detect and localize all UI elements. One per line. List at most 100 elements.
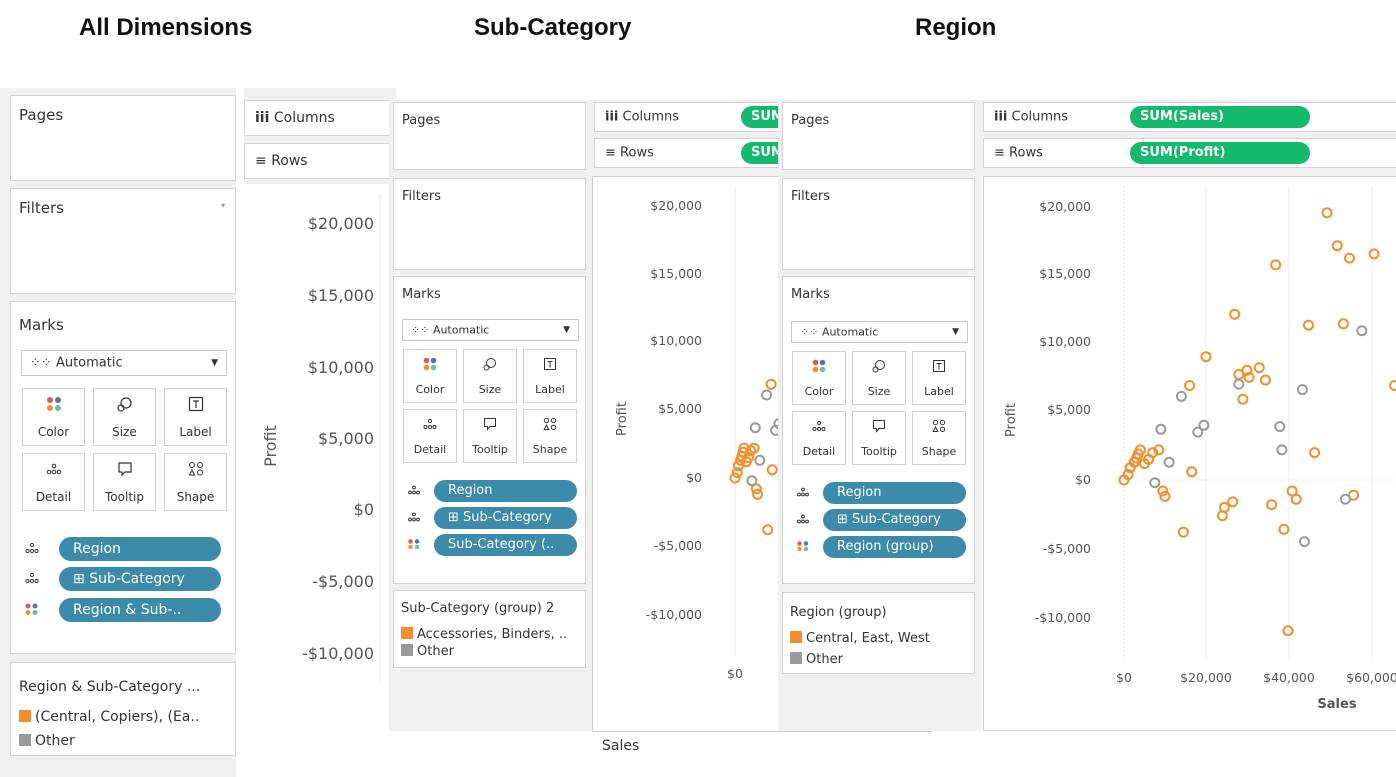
legend-item-other[interactable]: Other bbox=[401, 644, 454, 659]
size-button[interactable]: Size bbox=[463, 349, 517, 403]
scatter-point[interactable] bbox=[765, 378, 777, 390]
tooltip-button[interactable]: Tooltip bbox=[463, 409, 517, 463]
pill-sub-category[interactable]: ⊞ Sub-Category bbox=[823, 509, 966, 531]
legend-item-highlighted[interactable]: Accessories, Binders, .. bbox=[401, 627, 567, 642]
size-button[interactable]: Size bbox=[93, 388, 156, 446]
marks-field-sub-category[interactable]: ⊞ Sub-Category bbox=[25, 567, 223, 591]
size-button[interactable]: Size bbox=[852, 351, 906, 405]
label-button[interactable]: Label bbox=[164, 388, 227, 446]
scatter-point[interactable] bbox=[752, 488, 764, 500]
mark-type-dropdown[interactable]: ⁘⁘ Automatic ▼ bbox=[21, 350, 227, 376]
pill-region-sub-category[interactable]: Region & Sub-.. bbox=[59, 598, 221, 622]
color-button[interactable]: Color bbox=[22, 388, 85, 446]
scatter-point[interactable] bbox=[1344, 252, 1355, 264]
shape-button[interactable]: Shape bbox=[164, 453, 227, 511]
rows-shelf[interactable]: ≡ Rows bbox=[244, 143, 396, 179]
scatter-point[interactable] bbox=[762, 524, 774, 536]
pill-sub-category[interactable]: ⊞ Sub-Category bbox=[59, 567, 221, 591]
pill-region[interactable]: Region bbox=[434, 480, 577, 502]
rows-shelf[interactable]: ≡ Rows SUM(Profit) bbox=[983, 138, 1396, 168]
marks-field-region[interactable]: Region bbox=[25, 537, 223, 561]
filters-menu-icon[interactable]: ▾ bbox=[221, 201, 225, 210]
columns-shelf[interactable]: iii Columns SUM(Sales) bbox=[983, 102, 1396, 132]
label-button[interactable]: Label bbox=[912, 351, 966, 405]
scatter-point[interactable] bbox=[761, 389, 773, 401]
scatter-point[interactable] bbox=[1331, 240, 1343, 252]
scatter-point[interactable] bbox=[1266, 499, 1278, 511]
marks-field-sub-category[interactable]: ⊞ Sub-Category bbox=[797, 509, 969, 531]
scatter-point[interactable] bbox=[1237, 393, 1249, 405]
scatter-point[interactable] bbox=[1339, 493, 1351, 505]
mark-type-dropdown[interactable]: ⁘⁘ Automatic ▼ bbox=[402, 319, 579, 341]
marks-field-region[interactable]: Region bbox=[797, 482, 969, 504]
scatter-point[interactable] bbox=[1321, 207, 1333, 219]
scatter-point[interactable] bbox=[1155, 423, 1167, 435]
scatter-point[interactable] bbox=[1177, 526, 1189, 538]
pages-card[interactable]: Pages bbox=[782, 102, 975, 170]
scatter-point[interactable] bbox=[1233, 378, 1245, 390]
scatter-point[interactable] bbox=[1198, 419, 1210, 431]
scatter-point[interactable] bbox=[1276, 444, 1288, 456]
marks-field-region[interactable]: Region bbox=[408, 480, 580, 502]
filters-card[interactable]: Filters bbox=[393, 178, 586, 270]
scatter-point[interactable] bbox=[1356, 325, 1368, 337]
pill-region[interactable]: Region bbox=[59, 537, 221, 561]
pill-region[interactable]: Region bbox=[823, 482, 966, 504]
scatter-point[interactable] bbox=[1260, 374, 1271, 386]
scatter-point[interactable] bbox=[1282, 625, 1294, 637]
scatter-point[interactable] bbox=[1186, 466, 1198, 478]
detail-button[interactable]: Detail bbox=[792, 411, 846, 465]
scatter-point[interactable] bbox=[1149, 477, 1161, 489]
scatter-point[interactable] bbox=[1337, 318, 1349, 330]
marks-field-group[interactable]: Sub-Category (.. bbox=[408, 534, 580, 556]
columns-shelf[interactable]: iii Columns bbox=[244, 100, 396, 136]
scatter-point[interactable] bbox=[746, 475, 758, 487]
scatter-point[interactable] bbox=[1389, 380, 1396, 391]
scatter-point[interactable] bbox=[1184, 380, 1196, 391]
marks-field-sub-category[interactable]: ⊞ Sub-Category bbox=[408, 507, 580, 529]
detail-button[interactable]: Detail bbox=[22, 453, 85, 511]
scatter-point[interactable] bbox=[1278, 523, 1290, 535]
scatter-point[interactable] bbox=[1290, 493, 1302, 505]
scatter-point[interactable] bbox=[1227, 496, 1239, 508]
legend-item-other[interactable]: Other bbox=[19, 733, 75, 749]
legend-item-highlighted[interactable]: (Central, Copiers), (Ea.. bbox=[19, 709, 199, 725]
color-button[interactable]: Color bbox=[792, 351, 846, 405]
color-button[interactable]: Color bbox=[403, 349, 457, 403]
scatter-point[interactable] bbox=[1303, 319, 1314, 331]
scatter-point[interactable] bbox=[1274, 421, 1286, 433]
scatter-point[interactable] bbox=[1368, 248, 1380, 260]
tooltip-button[interactable]: Tooltip bbox=[93, 453, 156, 511]
pill-region-group[interactable]: Region (group) bbox=[823, 536, 966, 558]
scatter-point[interactable] bbox=[1298, 536, 1310, 548]
scatter-point[interactable] bbox=[1163, 456, 1175, 468]
columns-pill[interactable]: SUM(Sales) bbox=[1130, 106, 1310, 128]
mark-type-dropdown[interactable]: ⁘⁘ Automatic ▼ bbox=[791, 321, 968, 343]
pages-card[interactable]: Pages bbox=[393, 102, 586, 170]
filters-card[interactable]: Filters ▾ bbox=[10, 188, 236, 294]
legend-item-highlighted[interactable]: Central, East, West bbox=[790, 631, 930, 646]
pill-sub-category-group[interactable]: Sub-Category (.. bbox=[434, 534, 577, 556]
scatter-point[interactable] bbox=[749, 422, 761, 434]
marks-field-group[interactable]: Region & Sub-.. bbox=[25, 598, 223, 622]
legend-item-other[interactable]: Other bbox=[790, 652, 843, 667]
marks-field-group[interactable]: Region (group) bbox=[797, 536, 969, 558]
scatter-point[interactable] bbox=[1296, 384, 1308, 396]
scatter-point[interactable] bbox=[1175, 390, 1187, 402]
filters-card[interactable]: Filters bbox=[782, 178, 975, 270]
shape-button[interactable]: Shape bbox=[912, 411, 966, 465]
scatter-point[interactable] bbox=[1309, 447, 1321, 459]
detail-button[interactable]: Detail bbox=[403, 409, 457, 463]
scatter-point[interactable] bbox=[1229, 308, 1241, 320]
scatter-point[interactable] bbox=[1157, 485, 1169, 497]
scatter-point[interactable] bbox=[754, 454, 766, 466]
scatter-point[interactable] bbox=[1253, 362, 1265, 374]
rows-pill[interactable]: SUM(Profit) bbox=[1130, 142, 1310, 164]
pages-card[interactable]: Pages bbox=[10, 95, 236, 181]
label-button[interactable]: Label bbox=[523, 349, 577, 403]
scatter-point[interactable] bbox=[766, 464, 778, 476]
tooltip-button[interactable]: Tooltip bbox=[852, 411, 906, 465]
shape-button[interactable]: Shape bbox=[523, 409, 577, 463]
pill-sub-category[interactable]: ⊞ Sub-Category bbox=[434, 507, 577, 529]
scatter-point[interactable] bbox=[1270, 259, 1282, 271]
